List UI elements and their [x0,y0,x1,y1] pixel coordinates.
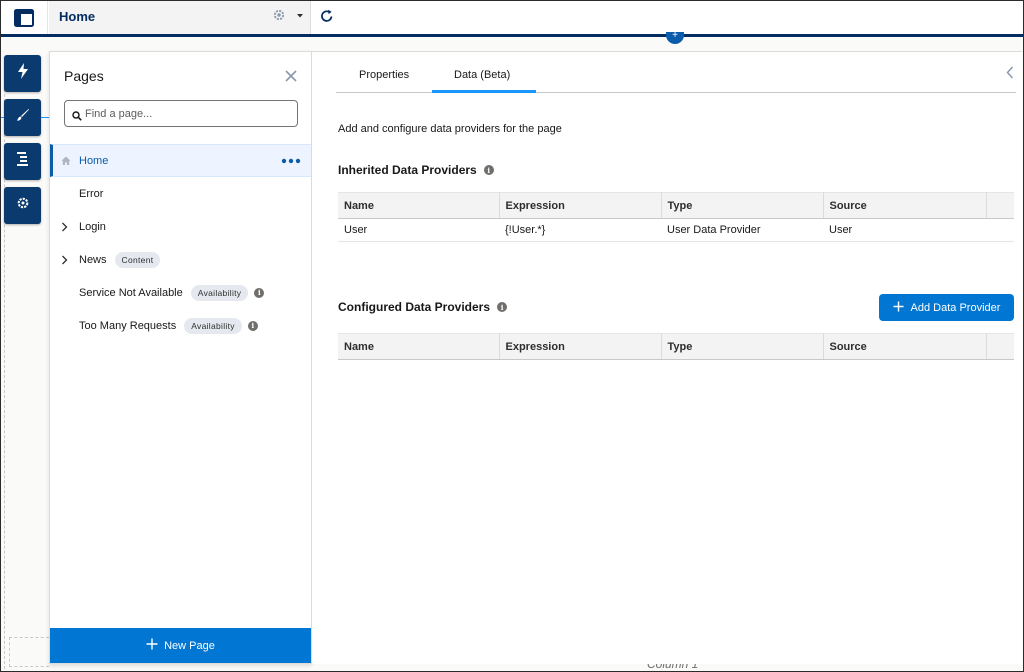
new-page-button[interactable]: New Page [50,628,311,663]
table-header-row: Name Expression Type Source [338,333,1014,360]
top-bar: Home [1,1,1023,37]
new-page-label: New Page [164,639,215,652]
page-selector[interactable]: Home [49,1,311,34]
table-header-row: Name Expression Type Source [338,192,1014,219]
column-header-expression[interactable]: Expression [499,192,662,219]
home-icon [53,156,79,166]
cell-actions [986,218,1014,242]
app-window: Column 1 Home + Pages Find a page... Hom… [0,0,1024,672]
inherited-providers-table: Name Expression Type Source User {!User.… [338,192,1014,242]
page-item-label: Service Not Available [79,286,183,299]
gear-icon[interactable] [272,8,286,27]
active-tab-indicator [432,90,536,93]
page-item-home[interactable]: Home [50,144,311,177]
brush-icon [16,108,30,127]
pages-panel: Pages Home Error [49,51,312,664]
cell-expression: {!User.*} [499,218,661,242]
properties-panel: Properties Data (Beta) Add and configure… [312,51,1022,664]
rail-theme-button[interactable] [4,99,41,136]
page-item-service-not-available[interactable]: Service Not Available Availability i [50,276,311,309]
add-data-provider-label: Add Data Provider [910,301,1001,314]
search-input[interactable] [85,104,291,123]
more-actions-icon[interactable] [281,155,301,167]
cell-source: User [823,218,986,242]
page-item-label: Too Many Requests [79,319,177,332]
column-header-type[interactable]: Type [661,333,824,360]
close-icon[interactable] [285,69,297,87]
configured-providers-table: Name Expression Type Source [338,333,1014,360]
rail-settings-button[interactable] [4,187,41,224]
section-heading: Inherited Data Providers [338,163,477,177]
chevron-down-icon[interactable] [295,8,305,27]
page-item-too-many-requests[interactable]: Too Many Requests Availability i [50,309,311,342]
section-heading: Configured Data Providers [338,300,491,314]
chevron-right-icon[interactable] [50,222,79,232]
column-header-type[interactable]: Type [661,192,824,219]
column-header-actions [986,192,1014,219]
page-item-label: Error [79,187,104,200]
chevron-left-icon[interactable] [1006,66,1014,84]
column-header-source[interactable]: Source [823,192,987,219]
lightning-icon [17,63,29,84]
column-header-expression[interactable]: Expression [499,333,662,360]
page-item-label: Home [79,154,109,167]
page-type-badge: Availability [184,317,242,334]
chevron-right-icon[interactable] [50,255,79,265]
page-item-login[interactable]: Login [50,210,311,243]
layout-icon[interactable] [1,1,48,34]
tab-properties[interactable]: Properties [359,69,409,81]
page-title: Home [59,9,96,24]
column-header-actions [986,333,1014,360]
intro-text: Add and configure data providers for the… [338,123,562,135]
page-item-label: News [79,253,107,266]
page-type-badge: Content [114,251,161,268]
plus-icon [146,638,158,653]
tab-data[interactable]: Data (Beta) [454,69,510,81]
cell-type: User Data Provider [661,218,823,242]
cell-name: User [338,218,499,242]
info-icon[interactable]: i [483,165,494,175]
pages-panel-title: Pages [64,68,104,84]
page-search [64,100,298,127]
search-icon [72,108,82,126]
page-item-error[interactable]: Error [50,177,311,210]
rail-pages-button[interactable] [4,143,41,180]
page-item-news[interactable]: News Content [50,243,311,276]
canvas-region [9,637,49,667]
rail-components-button[interactable] [4,55,41,92]
page-item-label: Login [79,220,106,233]
column-header-name[interactable]: Name [338,333,500,360]
list-icon [16,151,29,172]
page-list: Home Error Login News Content Service No… [50,144,311,342]
panel-tabs: Properties Data (Beta) [336,52,1016,93]
plus-icon [893,301,904,315]
gear-icon [16,196,30,215]
info-icon[interactable]: i [254,287,265,298]
table-row[interactable]: User {!User.*} User Data Provider User [338,218,1014,242]
column-header-source[interactable]: Source [823,333,987,360]
refresh-icon[interactable] [319,8,335,29]
info-icon[interactable]: i [497,302,508,312]
column-header-name[interactable]: Name [338,192,500,219]
add-data-provider-button[interactable]: Add Data Provider [879,294,1014,321]
page-type-badge: Availability [190,284,249,301]
inherited-section-title: Inherited Data Providers i [338,163,494,177]
configured-section-title: Configured Data Providers i [338,300,508,314]
info-icon[interactable]: i [247,320,258,331]
